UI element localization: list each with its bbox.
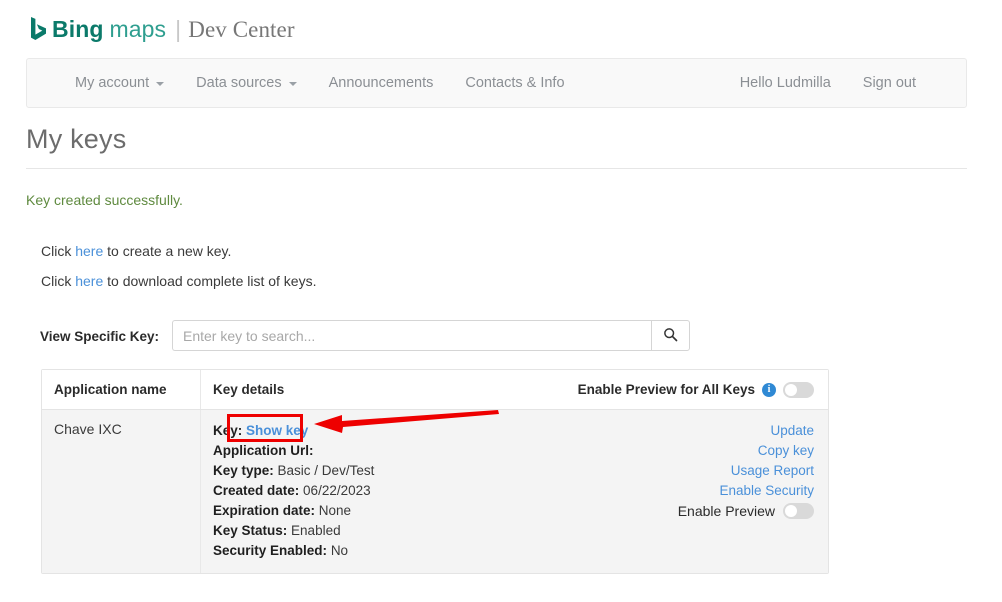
nav-left-group: My account Data sources Announcements Co… bbox=[27, 59, 581, 107]
detail-security-enabled-value: No bbox=[330, 543, 349, 558]
download-keys-prefix: Click bbox=[41, 273, 76, 289]
table-row: Chave IXC Key: Show key Application Url:… bbox=[42, 410, 828, 573]
nav-item-greeting[interactable]: Hello Ludmilla bbox=[692, 59, 847, 107]
nav-item-my-account[interactable]: My account bbox=[27, 59, 180, 107]
create-key-link[interactable]: here bbox=[75, 243, 103, 259]
table-header-row: Application name Key details Enable Prev… bbox=[42, 370, 828, 410]
main-navigation: My account Data sources Announcements Co… bbox=[26, 58, 967, 108]
logo-text-maps: maps bbox=[109, 16, 167, 42]
detail-key-status: Key Status: Enabled bbox=[213, 521, 816, 541]
toggle-knob bbox=[785, 505, 797, 517]
bing-logo-icon bbox=[30, 17, 47, 41]
page-title: My keys bbox=[26, 124, 127, 154]
keys-table: Application name Key details Enable Prev… bbox=[41, 369, 829, 574]
copy-key-link[interactable]: Copy key bbox=[758, 441, 814, 461]
nav-item-data-sources[interactable]: Data sources bbox=[180, 59, 312, 107]
toggle-knob bbox=[785, 383, 797, 396]
enable-preview-all-toggle[interactable] bbox=[783, 381, 814, 398]
search-input[interactable] bbox=[172, 320, 651, 351]
logo-text-dev-center: Dev Center bbox=[188, 17, 295, 42]
enable-preview-toggle[interactable] bbox=[783, 503, 814, 519]
status-message: Key created successfully. bbox=[26, 192, 183, 208]
detail-key-label: Key: bbox=[213, 423, 243, 438]
nav-right-group: Hello Ludmilla Sign out bbox=[692, 59, 966, 107]
bing-maps-logo[interactable]: Bing maps | Dev Center bbox=[30, 13, 295, 43]
chevron-down-icon bbox=[156, 82, 165, 86]
nav-item-contacts-info-label: Contacts & Info bbox=[465, 75, 565, 91]
download-keys-instruction: Click here to download complete list of … bbox=[41, 273, 317, 289]
nav-item-announcements[interactable]: Announcements bbox=[313, 59, 450, 107]
chevron-down-icon bbox=[288, 82, 297, 86]
logo-text-bing: Bing bbox=[52, 16, 104, 42]
info-icon[interactable]: i bbox=[762, 382, 776, 397]
brand-header: Bing maps | Dev Center bbox=[0, 0, 1002, 56]
column-header-enable-preview-all: Enable Preview for All Keys i bbox=[566, 370, 828, 409]
detail-key-status-value: Enabled bbox=[291, 523, 341, 538]
enable-preview-row: Enable Preview bbox=[678, 503, 814, 519]
nav-item-sign-out[interactable]: Sign out bbox=[847, 59, 966, 107]
detail-created-date-label: Created date: bbox=[213, 483, 300, 498]
cell-key-details: Key: Show key Application Url: Key type:… bbox=[200, 410, 828, 573]
column-header-key-details: Key details bbox=[200, 370, 566, 409]
detail-application-url-label: Application Url: bbox=[213, 443, 314, 458]
update-link[interactable]: Update bbox=[770, 421, 814, 441]
detail-key-type-value: Basic / Dev/Test bbox=[277, 463, 375, 478]
column-header-application-name: Application name bbox=[54, 382, 167, 397]
nav-item-announcements-label: Announcements bbox=[328, 75, 434, 91]
search-button[interactable] bbox=[651, 320, 690, 351]
show-key-link[interactable]: Show key bbox=[246, 423, 308, 438]
title-divider bbox=[26, 168, 967, 169]
nav-item-my-account-label: My account bbox=[75, 75, 150, 91]
nav-item-data-sources-label: Data sources bbox=[196, 75, 282, 91]
detail-key-type-label: Key type: bbox=[213, 463, 274, 478]
detail-expiration-date-label: Expiration date: bbox=[213, 503, 316, 518]
usage-report-link[interactable]: Usage Report bbox=[731, 461, 814, 481]
row-actions: Update Copy key Usage Report Enable Secu… bbox=[678, 421, 814, 519]
logo-separator: | bbox=[175, 16, 182, 42]
nav-item-contacts-info[interactable]: Contacts & Info bbox=[449, 59, 580, 107]
enable-preview-all-label: Enable Preview for All Keys bbox=[577, 382, 755, 397]
detail-security-enabled-label: Security Enabled: bbox=[213, 543, 328, 558]
detail-expiration-date-value: None bbox=[318, 503, 352, 518]
download-keys-suffix: to download complete list of keys. bbox=[103, 273, 317, 289]
download-keys-link[interactable]: here bbox=[75, 273, 103, 289]
detail-security-enabled: Security Enabled: No bbox=[213, 541, 816, 561]
greeting-label: Hello Ludmilla bbox=[739, 75, 831, 91]
create-key-prefix: Click bbox=[41, 243, 76, 259]
create-key-instruction: Click here to create a new key. bbox=[41, 243, 231, 259]
enable-preview-label: Enable Preview bbox=[677, 503, 775, 519]
detail-created-date-value: 06/22/2023 bbox=[303, 483, 371, 498]
enable-security-link[interactable]: Enable Security bbox=[719, 481, 814, 501]
create-key-suffix: to create a new key. bbox=[103, 243, 232, 259]
search-icon bbox=[663, 327, 678, 345]
search-label: View Specific Key: bbox=[40, 329, 160, 344]
sign-out-label: Sign out bbox=[862, 75, 916, 91]
cell-application-name: Chave IXC bbox=[54, 421, 122, 437]
detail-key-status-label: Key Status: bbox=[213, 523, 288, 538]
